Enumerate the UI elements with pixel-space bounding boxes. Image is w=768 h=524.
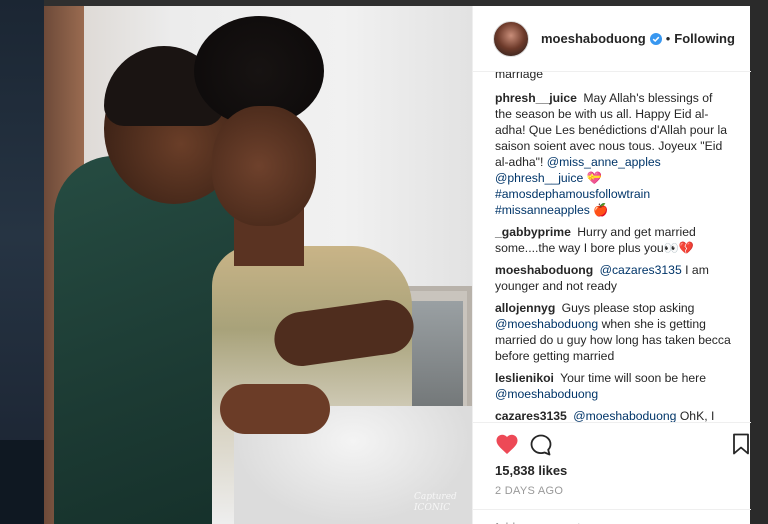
- heart-icon[interactable]: [495, 433, 519, 455]
- post-header: moeshaboduong • Following: [473, 6, 751, 72]
- header-username[interactable]: moeshaboduong: [541, 31, 646, 46]
- avatar[interactable]: [493, 20, 529, 57]
- comment-item: leslienikoi Your time will soon be here …: [495, 370, 731, 402]
- comments-list[interactable]: marriage phresh__juice May Allah's bless…: [473, 72, 751, 422]
- comment-username[interactable]: _gabbyprime: [495, 225, 571, 239]
- photo-hand: [220, 384, 330, 434]
- following-button[interactable]: Following: [674, 31, 735, 46]
- comment-item: cazares3135 @moeshaboduong OhK, I guess …: [495, 408, 731, 422]
- comment-mention[interactable]: @moeshaboduong: [495, 317, 598, 331]
- post-actions: 15,838 likes 2 DAYS AGO •••: [473, 422, 751, 524]
- header-separator: •: [665, 31, 671, 46]
- comment-item: phresh__juice May Allah's blessings of t…: [495, 90, 731, 218]
- add-comment-input[interactable]: [493, 519, 713, 524]
- comment-item: allojennyg Guys please stop asking @moes…: [495, 300, 731, 364]
- photo-woman-face: [212, 106, 316, 226]
- post-timestamp[interactable]: 2 DAYS AGO: [495, 485, 563, 497]
- comment-username[interactable]: cazares3135: [495, 409, 567, 422]
- verified-icon: [649, 32, 662, 45]
- bookmark-icon[interactable]: [731, 433, 751, 455]
- add-comment-bar: •••: [473, 509, 751, 524]
- comment-username[interactable]: allojennyg: [495, 301, 555, 315]
- post-side-panel: moeshaboduong • Following marriage phres…: [472, 6, 751, 524]
- comment-text: marriage: [495, 72, 544, 81]
- comment-username[interactable]: moeshaboduong: [495, 263, 593, 277]
- comment-text: Your time will soon be here: [560, 371, 706, 385]
- comment-username[interactable]: phresh__juice: [495, 91, 577, 105]
- comment-item: moeshaboduong @cazares3135 I am younger …: [495, 262, 731, 294]
- comment-icon[interactable]: [529, 433, 553, 457]
- comment-text: Guys please stop asking: [561, 301, 695, 315]
- post-photo[interactable]: Captured ICONIC: [44, 6, 472, 524]
- background-left-bottom: [0, 440, 44, 524]
- likes-count[interactable]: 15,838 likes: [495, 463, 567, 478]
- background-right-strip: [750, 0, 768, 524]
- comment-mention[interactable]: @moeshaboduong: [495, 387, 598, 401]
- photo-watermark: Captured ICONIC: [414, 492, 457, 513]
- comment-mention[interactable]: @cazares3135: [600, 263, 682, 277]
- comment-username[interactable]: leslienikoi: [495, 371, 554, 385]
- more-options-icon[interactable]: •••: [731, 518, 749, 524]
- comment-mention[interactable]: @moeshaboduong: [573, 409, 676, 422]
- comment-item: _gabbyprime Hurry and get married some..…: [495, 224, 731, 256]
- comment-partial: marriage: [495, 72, 731, 82]
